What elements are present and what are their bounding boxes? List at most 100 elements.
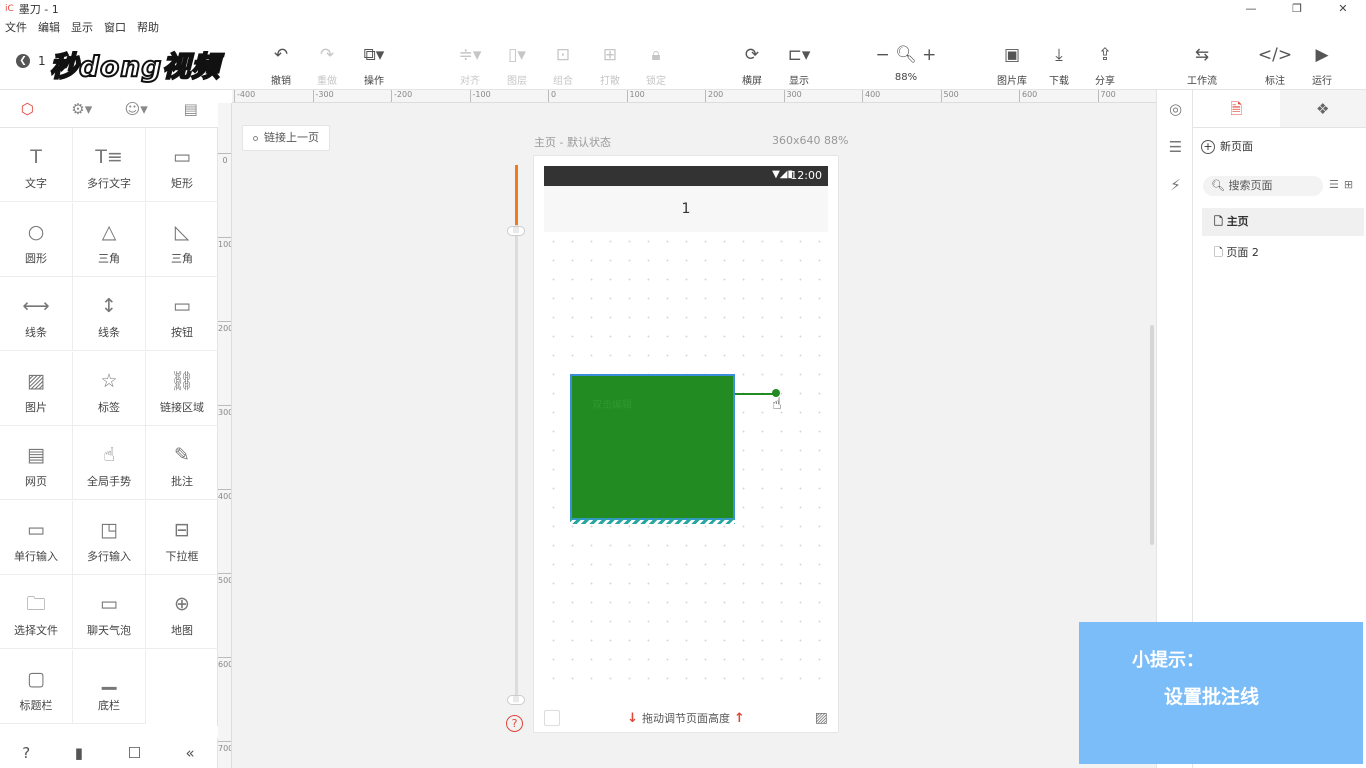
download-icon: ⤓ bbox=[1055, 45, 1063, 65]
page-selector[interactable]: ❮ 1 bbox=[16, 54, 46, 68]
menu-item[interactable]: 窗口 bbox=[104, 19, 126, 35]
layers-tab-icon[interactable]: ❖ bbox=[1279, 90, 1366, 127]
palette-item[interactable]: ⟷ 线条 bbox=[0, 277, 73, 351]
ruler-tick: 300 bbox=[783, 90, 802, 102]
display-button[interactable]: ⊏▾ 显示 bbox=[776, 44, 822, 87]
palette-item[interactable]: ⊕ 地图 bbox=[146, 575, 219, 649]
background-image-icon[interactable]: ▨ bbox=[815, 710, 828, 726]
menu-item[interactable]: 编辑 bbox=[38, 19, 60, 35]
landscape-button[interactable]: ⟳ 横屏 bbox=[729, 44, 775, 87]
zoom-button[interactable]: − 🔍︎ + 88% bbox=[866, 44, 946, 83]
palette-item[interactable]: ○ 圆形 bbox=[0, 202, 73, 277]
artboard-label: 主页 - 默认状态 bbox=[534, 136, 611, 149]
palette-item[interactable]: ▭ 按钮 bbox=[146, 277, 219, 351]
workflow-button[interactable]: ⇆ 工作流 bbox=[1179, 44, 1225, 87]
resize-hint[interactable]: 拖动调节页面高度 bbox=[642, 710, 730, 726]
help-icon[interactable]: ? bbox=[506, 715, 523, 732]
page-height-slider-track[interactable] bbox=[515, 165, 518, 700]
back-icon[interactable]: ❮ bbox=[16, 54, 30, 68]
menu-item[interactable]: 显示 bbox=[71, 19, 93, 35]
phone-status-bar: ▼◢▮ 12:00 bbox=[544, 166, 828, 186]
list-view-icons[interactable]: ☰⊞ bbox=[1329, 178, 1358, 191]
link-previous-page-button[interactable]: 链接上一页 bbox=[242, 125, 330, 151]
share-button[interactable]: ⇪ 分享 bbox=[1082, 44, 1128, 87]
share-label: 分享 bbox=[1095, 76, 1115, 87]
palette-item[interactable]: T≡ 多行文字 bbox=[73, 128, 146, 202]
palette-item[interactable]: ⊟ 下拉框 bbox=[146, 500, 219, 575]
palette-item[interactable]: ▭ 矩形 bbox=[146, 128, 219, 202]
tip-text: 设置批注线 bbox=[1164, 686, 1260, 708]
palette-item[interactable]: ▢ 标题栏 bbox=[0, 649, 73, 724]
palette-item[interactable]: ⛓ 链接区域 bbox=[146, 351, 219, 426]
zoom-icon: − 🔍︎ + bbox=[875, 45, 937, 65]
palette-item[interactable]: △ 三角 bbox=[73, 202, 146, 277]
lightning-icon[interactable]: ⚡ bbox=[1157, 176, 1194, 194]
palette-item[interactable]: ↕ 线条 bbox=[73, 277, 146, 351]
slider-top-handle[interactable]: ||| bbox=[507, 226, 525, 236]
annotate-button[interactable]: </> 标注 bbox=[1252, 44, 1298, 87]
restore-button[interactable]: ❐ bbox=[1274, 0, 1320, 18]
annotation-box[interactable]: 双击编辑 bbox=[570, 374, 735, 524]
close-button[interactable]: ✕ bbox=[1320, 0, 1366, 18]
emoji-tab-icon[interactable]: ☺▾ bbox=[109, 90, 164, 127]
landscape-label: 横屏 bbox=[742, 76, 762, 87]
pages-tab-icon[interactable]: 🗎 bbox=[1193, 90, 1280, 127]
palette-item-icon: ▭ bbox=[100, 593, 118, 615]
tv-icon[interactable]: ☐ bbox=[128, 744, 141, 762]
palette-item-label: 三角 bbox=[98, 251, 120, 265]
page-list-item[interactable]: 🗋 页面 2 bbox=[1202, 239, 1364, 267]
annotation-line[interactable] bbox=[735, 393, 775, 395]
minimize-button[interactable]: — bbox=[1228, 0, 1274, 18]
palette-item[interactable]: ▭ 单行输入 bbox=[0, 500, 73, 575]
templates-tab-icon[interactable]: ▤ bbox=[164, 90, 219, 127]
palette-item[interactable]: ▁ 底栏 bbox=[73, 649, 146, 724]
palette-item[interactable]: ☆ 标签 bbox=[73, 351, 146, 426]
palette-item-icon: ☝ bbox=[103, 444, 115, 466]
phone-nav-bar[interactable]: 1 bbox=[544, 186, 828, 232]
palette-item[interactable]: T 文字 bbox=[0, 128, 73, 202]
ruler-tick: 100 bbox=[218, 237, 231, 249]
ruler-tick: -100 bbox=[469, 90, 491, 102]
palette-item[interactable]: ◳ 多行输入 bbox=[73, 500, 146, 575]
undo-button[interactable]: ↶ 撤销 bbox=[258, 44, 304, 87]
menu-item[interactable]: 文件 bbox=[5, 19, 27, 35]
palette-item[interactable]: 🗀 选择文件 bbox=[0, 575, 73, 649]
artboard[interactable]: ▼◢▮ 12:00 1 双击编辑 ☝ ↓ 拖动调节页面高度 ↑ ▨ bbox=[533, 155, 839, 733]
palette-item-icon: ⟷ bbox=[22, 295, 50, 317]
page-list-item[interactable]: 🗋 主页 bbox=[1202, 208, 1364, 236]
undo-icon: ↶ bbox=[273, 45, 289, 65]
new-page-button[interactable]: + 新页面 bbox=[1201, 138, 1253, 154]
ruler-tick: -300 bbox=[312, 90, 334, 102]
palette-item[interactable]: ✎ 批注 bbox=[146, 426, 219, 500]
design-canvas[interactable]: 链接上一页 主页 - 默认状态 360x640 88% ||| ||| ? ▼◢… bbox=[232, 103, 1156, 768]
palette-item-label: 多行输入 bbox=[87, 549, 131, 563]
ungroup-label: 打散 bbox=[600, 76, 620, 87]
ruler-tick: 700 bbox=[1097, 90, 1116, 102]
slider-bottom-handle[interactable]: ||| bbox=[507, 695, 525, 705]
ruler-tick: 0 bbox=[218, 153, 231, 165]
menu-item[interactable]: 帮助 bbox=[137, 19, 159, 35]
operation-button[interactable]: ⧉▾ 操作 bbox=[351, 44, 397, 87]
arrow-up-icon: ↑ bbox=[734, 710, 745, 726]
palette-item[interactable]: ▨ 图片 bbox=[0, 351, 73, 426]
palette-item[interactable]: ▭ 聊天气泡 bbox=[73, 575, 146, 649]
target-icon[interactable]: ◎ bbox=[1157, 100, 1194, 118]
collapse-icon[interactable]: « bbox=[186, 744, 195, 762]
palette-item[interactable]: ☝ 全局手势 bbox=[73, 426, 146, 500]
download-button[interactable]: ⤓ 下载 bbox=[1036, 44, 1082, 87]
sliders-icon[interactable]: ☰ bbox=[1157, 138, 1194, 156]
components-tab-icon[interactable]: ⬡ bbox=[0, 90, 55, 127]
footer-checkbox[interactable] bbox=[544, 710, 560, 726]
image-library-button[interactable]: ▣ 图片库 bbox=[989, 44, 1035, 87]
run-button[interactable]: ▶ 运行 bbox=[1299, 44, 1345, 87]
page-search-input[interactable]: 🔍︎ 搜索页面 bbox=[1203, 176, 1323, 196]
align-icon: ≑▾ bbox=[458, 45, 482, 65]
help-circle-icon[interactable]: ? bbox=[22, 744, 30, 762]
palette-item[interactable]: ▤ 网页 bbox=[0, 426, 73, 500]
canvas-scrollbar[interactable] bbox=[1150, 325, 1154, 545]
book-icon[interactable]: ▮ bbox=[75, 744, 83, 762]
widgets-tab-icon[interactable]: ⚙▾ bbox=[55, 90, 110, 127]
ruler-tick: 300 bbox=[218, 405, 231, 417]
palette-item[interactable]: ◺ 三角 bbox=[146, 202, 219, 277]
brand-watermark: 秒dong视频 bbox=[49, 49, 221, 84]
